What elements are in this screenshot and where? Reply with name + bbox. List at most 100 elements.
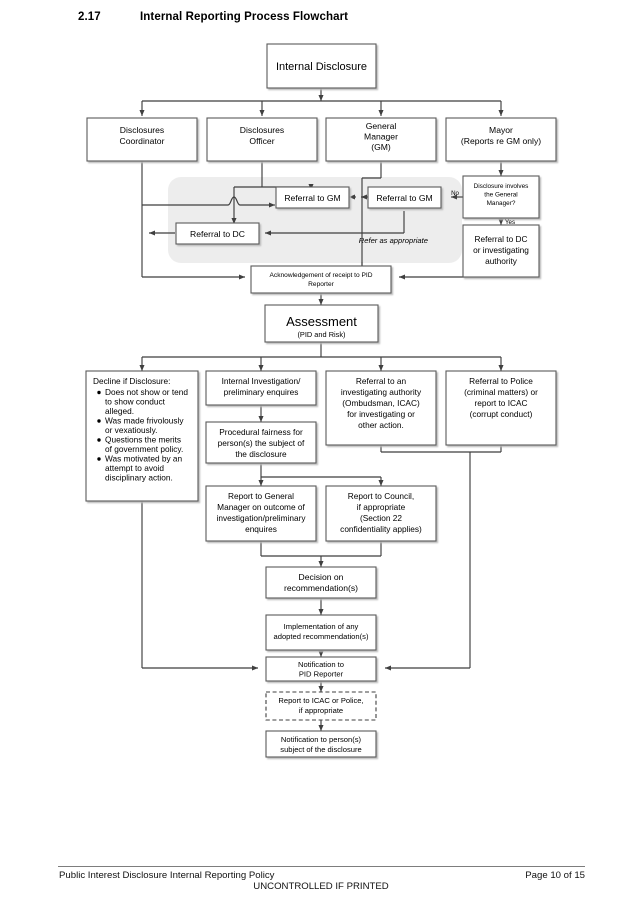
bullet-dot: [97, 419, 101, 423]
node-label-line: authority: [485, 256, 518, 266]
edge-label-no: No: [451, 190, 459, 197]
node-label-line: Coordinator: [120, 136, 165, 146]
node-label-line: (criminal matters) or: [464, 387, 538, 397]
node-notification-pid-reporter[interactable]: Notification to PID Reporter: [265, 656, 377, 682]
decline-bullet-line: to show conduct: [105, 397, 166, 407]
node-label-line: the disclosure: [235, 449, 287, 459]
node-disclosures-officer[interactable]: Disclosures Officer: [206, 117, 318, 162]
node-label-line: Notification to: [298, 660, 344, 669]
node-label-line: Disclosure involves: [474, 183, 529, 190]
node-label-line: Notification to person(s): [281, 735, 362, 744]
node-label: Referral to GM: [284, 193, 340, 203]
node-label-line: Manager: [364, 132, 398, 142]
node-label-line: (Section 22: [360, 513, 402, 523]
node-label-line: Reporter: [308, 281, 334, 288]
node-sublabel: (PID and Risk): [297, 330, 345, 339]
node-referral-investigating-authority[interactable]: Referral to an investigating authority (…: [325, 370, 437, 446]
node-label-line: subject of the disclosure: [280, 745, 361, 754]
bullet-dot: [97, 438, 101, 442]
node-internal-investigation[interactable]: Internal Investigation/ preliminary enqu…: [205, 370, 317, 406]
node-label-line: investigating authority: [341, 387, 422, 397]
node-decline-if-disclosure[interactable]: Decline if Disclosure: Does not show or …: [85, 370, 199, 502]
node-label-line: Manager?: [487, 200, 516, 207]
node-label-line: Implementation of any: [284, 622, 359, 631]
node-disclosures-coordinator[interactable]: Disclosures Coordinator: [86, 117, 198, 162]
node-referral-to-gm-left[interactable]: Referral to GM: [275, 186, 350, 209]
node-label-line: recommendation(s): [284, 583, 358, 593]
node-label-line: Report to ICAC or Police,: [278, 696, 363, 705]
node-label-line: Manager on outcome of: [217, 502, 305, 512]
node-label-line: Disclosures: [240, 125, 284, 135]
node-mayor[interactable]: Mayor (Reports re GM only): [445, 117, 557, 162]
decline-bullet-line: attempt to avoid: [105, 463, 164, 473]
decline-bullet-line: disciplinary action.: [105, 473, 173, 483]
node-label-line: adopted recommendation(s): [274, 632, 369, 641]
node-label: Referral to DC: [190, 229, 245, 239]
decline-bullet-line: Was made frivolously: [105, 416, 184, 426]
decline-bullet-line: Does not show or tend: [105, 387, 188, 397]
decline-bullet-line: Questions the merits: [105, 435, 181, 445]
node-decision-on-recommendations[interactable]: Decision on recommendation(s): [265, 566, 377, 599]
node-label-line: if appropriate: [299, 706, 343, 715]
node-label-line: Referral to DC: [474, 234, 527, 244]
node-report-icac-or-police[interactable]: Report to ICAC or Police, if appropriate: [265, 691, 377, 721]
node-label-line: Procedural fairness for: [219, 427, 303, 437]
node-referral-to-gm-right[interactable]: Referral to GM: [367, 186, 442, 209]
decline-heading: Decline if Disclosure:: [93, 376, 170, 386]
footer-uncontrolled-notice: UNCONTROLLED IF PRINTED: [253, 881, 389, 892]
document-page: 2.17 Internal Reporting Process Flowchart…: [0, 0, 642, 907]
node-label-line: investigation/preliminary: [216, 513, 306, 523]
node-label-line: confidentiality applies): [340, 524, 422, 534]
node-label-line: (Ombudsman, ICAC): [342, 398, 420, 408]
node-label-line: Referral to an: [356, 376, 407, 386]
node-label-line: Decision on: [299, 572, 344, 582]
node-referral-to-dc[interactable]: Referral to DC: [175, 222, 260, 245]
node-label-line: Report to Council,: [348, 491, 414, 501]
node-assessment[interactable]: Assessment (PID and Risk): [264, 304, 379, 343]
node-label-line: Internal Investigation/: [222, 376, 302, 386]
node-label-line: if appropriate: [357, 502, 406, 512]
node-label-line: or investigating: [473, 245, 529, 255]
node-label-line: Report to General: [228, 491, 294, 501]
node-label-line: Mayor: [489, 125, 513, 135]
flowchart-canvas: Refer as appropriate Internal Disclosure…: [85, 43, 557, 758]
node-label-line: (GM): [371, 142, 391, 152]
node-referral-police[interactable]: Referral to Police (criminal matters) or…: [445, 370, 557, 446]
node-label: Assessment: [286, 314, 357, 329]
bullet-dot: [97, 457, 101, 461]
node-label-line: for investigating or: [347, 409, 415, 419]
node-general-manager[interactable]: General Manager (GM): [325, 117, 437, 162]
decline-bullet-line: of government policy.: [105, 444, 183, 454]
node-report-to-gm[interactable]: Report to General Manager on outcome of …: [205, 485, 317, 542]
node-label-line: Acknowledgement of receipt to PID: [270, 272, 373, 279]
decline-bullet-line: alleged.: [105, 406, 134, 416]
node-referral-dc-or-authority[interactable]: Referral to DC or investigating authorit…: [462, 224, 540, 278]
node-acknowledgement[interactable]: Acknowledgement of receipt to PID Report…: [250, 265, 392, 294]
node-label-line: Disclosures: [120, 125, 164, 135]
node-label-line: (Reports re GM only): [461, 136, 541, 146]
node-notification-person[interactable]: Notification to person(s) subject of the…: [265, 730, 377, 758]
decline-bullet-line: Was motivated by an: [105, 454, 183, 464]
node-label-line: Referral to Police: [469, 376, 533, 386]
node-procedural-fairness[interactable]: Procedural fairness for person(s) the su…: [205, 421, 317, 464]
node-label-line: other action.: [358, 420, 404, 430]
footer-divider: [58, 866, 585, 867]
node-label-line: person(s) the subject of: [218, 438, 305, 448]
node-label: Referral to GM: [376, 193, 432, 203]
footer-page-number: Page 10 of 15: [525, 870, 585, 881]
decline-bullet-line: or vexatiously.: [105, 425, 157, 435]
bullet-dot: [97, 390, 101, 395]
node-implementation[interactable]: Implementation of any adopted recommenda…: [265, 614, 377, 651]
node-report-to-council[interactable]: Report to Council, if appropriate (Secti…: [325, 485, 437, 542]
node-label-line: enquires: [245, 524, 277, 534]
node-label-line: Officer: [249, 136, 274, 146]
node-internal-disclosure[interactable]: Internal Disclosure: [266, 43, 377, 89]
node-decision-gm[interactable]: Disclosure involves the General Manager?: [462, 175, 540, 219]
node-label-line: General: [366, 121, 397, 131]
node-label-line: the General: [484, 192, 517, 199]
refer-zone-label: Refer as appropriate: [359, 236, 428, 245]
node-label-line: preliminary enquires: [224, 387, 299, 397]
node-label-line: PID Reporter: [299, 670, 344, 679]
node-label: Internal Disclosure: [276, 61, 367, 73]
footer-policy-name: Public Interest Disclosure Internal Repo…: [59, 870, 275, 881]
